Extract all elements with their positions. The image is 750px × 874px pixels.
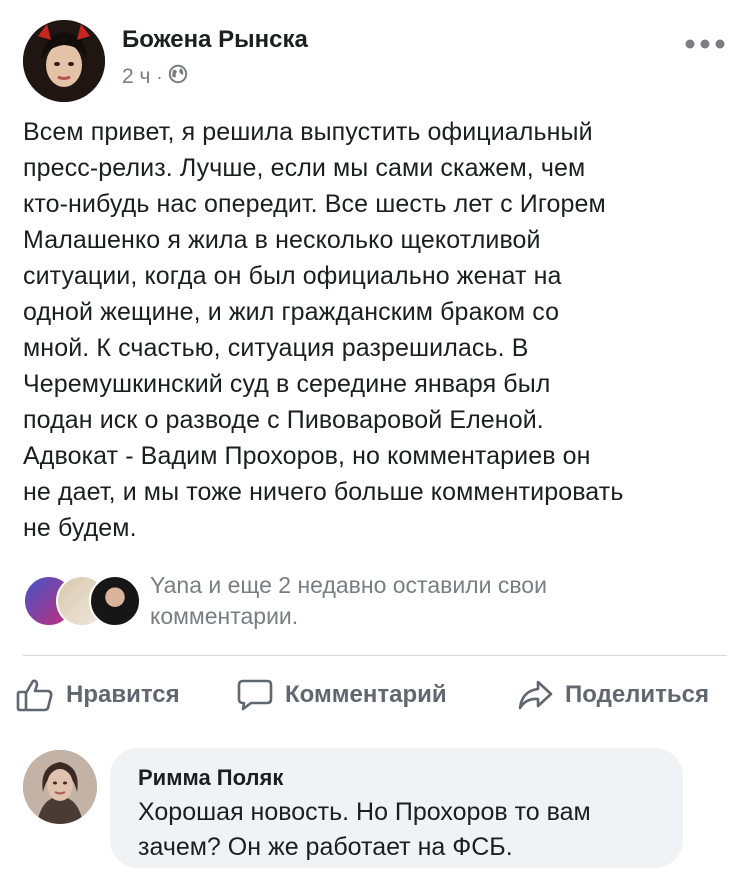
meta-separator: · [156, 66, 163, 87]
author-avatar-image [23, 20, 105, 102]
comment-bubble[interactable]: Римма Поляк Хорошая новость. Но Прохоров… [110, 748, 683, 868]
speech-bubble-icon [237, 678, 273, 712]
commenter-avatar-3 [89, 575, 141, 627]
author-name[interactable]: Божена Рынска [122, 26, 308, 54]
post-meta: 2 ч · [122, 64, 188, 90]
globe-icon [168, 64, 188, 90]
like-label: Нравится [66, 681, 180, 708]
comment-button[interactable]: Комментарий [237, 664, 447, 726]
thumbs-up-icon [16, 677, 54, 713]
post-text: Всем привет, я решила выпустить официаль… [23, 118, 624, 542]
comment-author[interactable]: Римма Поляк [138, 765, 283, 791]
share-button[interactable]: Поделиться [517, 664, 709, 726]
comment-label: Комментарий [285, 681, 447, 708]
commenter-avatar[interactable] [23, 750, 97, 824]
share-arrow-icon [517, 678, 553, 712]
like-button[interactable]: Нравится [16, 664, 180, 726]
commenter-avatar-image [23, 750, 97, 824]
facebook-post: Божена Рынска 2 ч · Всем привет, я решил… [0, 0, 750, 874]
share-label: Поделиться [565, 681, 710, 708]
recent-comments-summary[interactable]: Yana и еще 2 недавно оставили свои комме… [23, 570, 723, 634]
ellipsis-icon[interactable] [683, 36, 727, 52]
comment-text: Хорошая новость. Но Прохоров то вам заче… [138, 798, 591, 861]
action-bar: Нравится Комментарий Поделиться [0, 664, 750, 726]
post-time[interactable]: 2 ч [122, 65, 150, 89]
commenter-avatars [23, 575, 141, 627]
author-avatar[interactable] [23, 20, 105, 102]
divider [23, 655, 727, 656]
recent-comments-text: Yana и еще 2 недавно оставили свои комме… [150, 572, 547, 629]
